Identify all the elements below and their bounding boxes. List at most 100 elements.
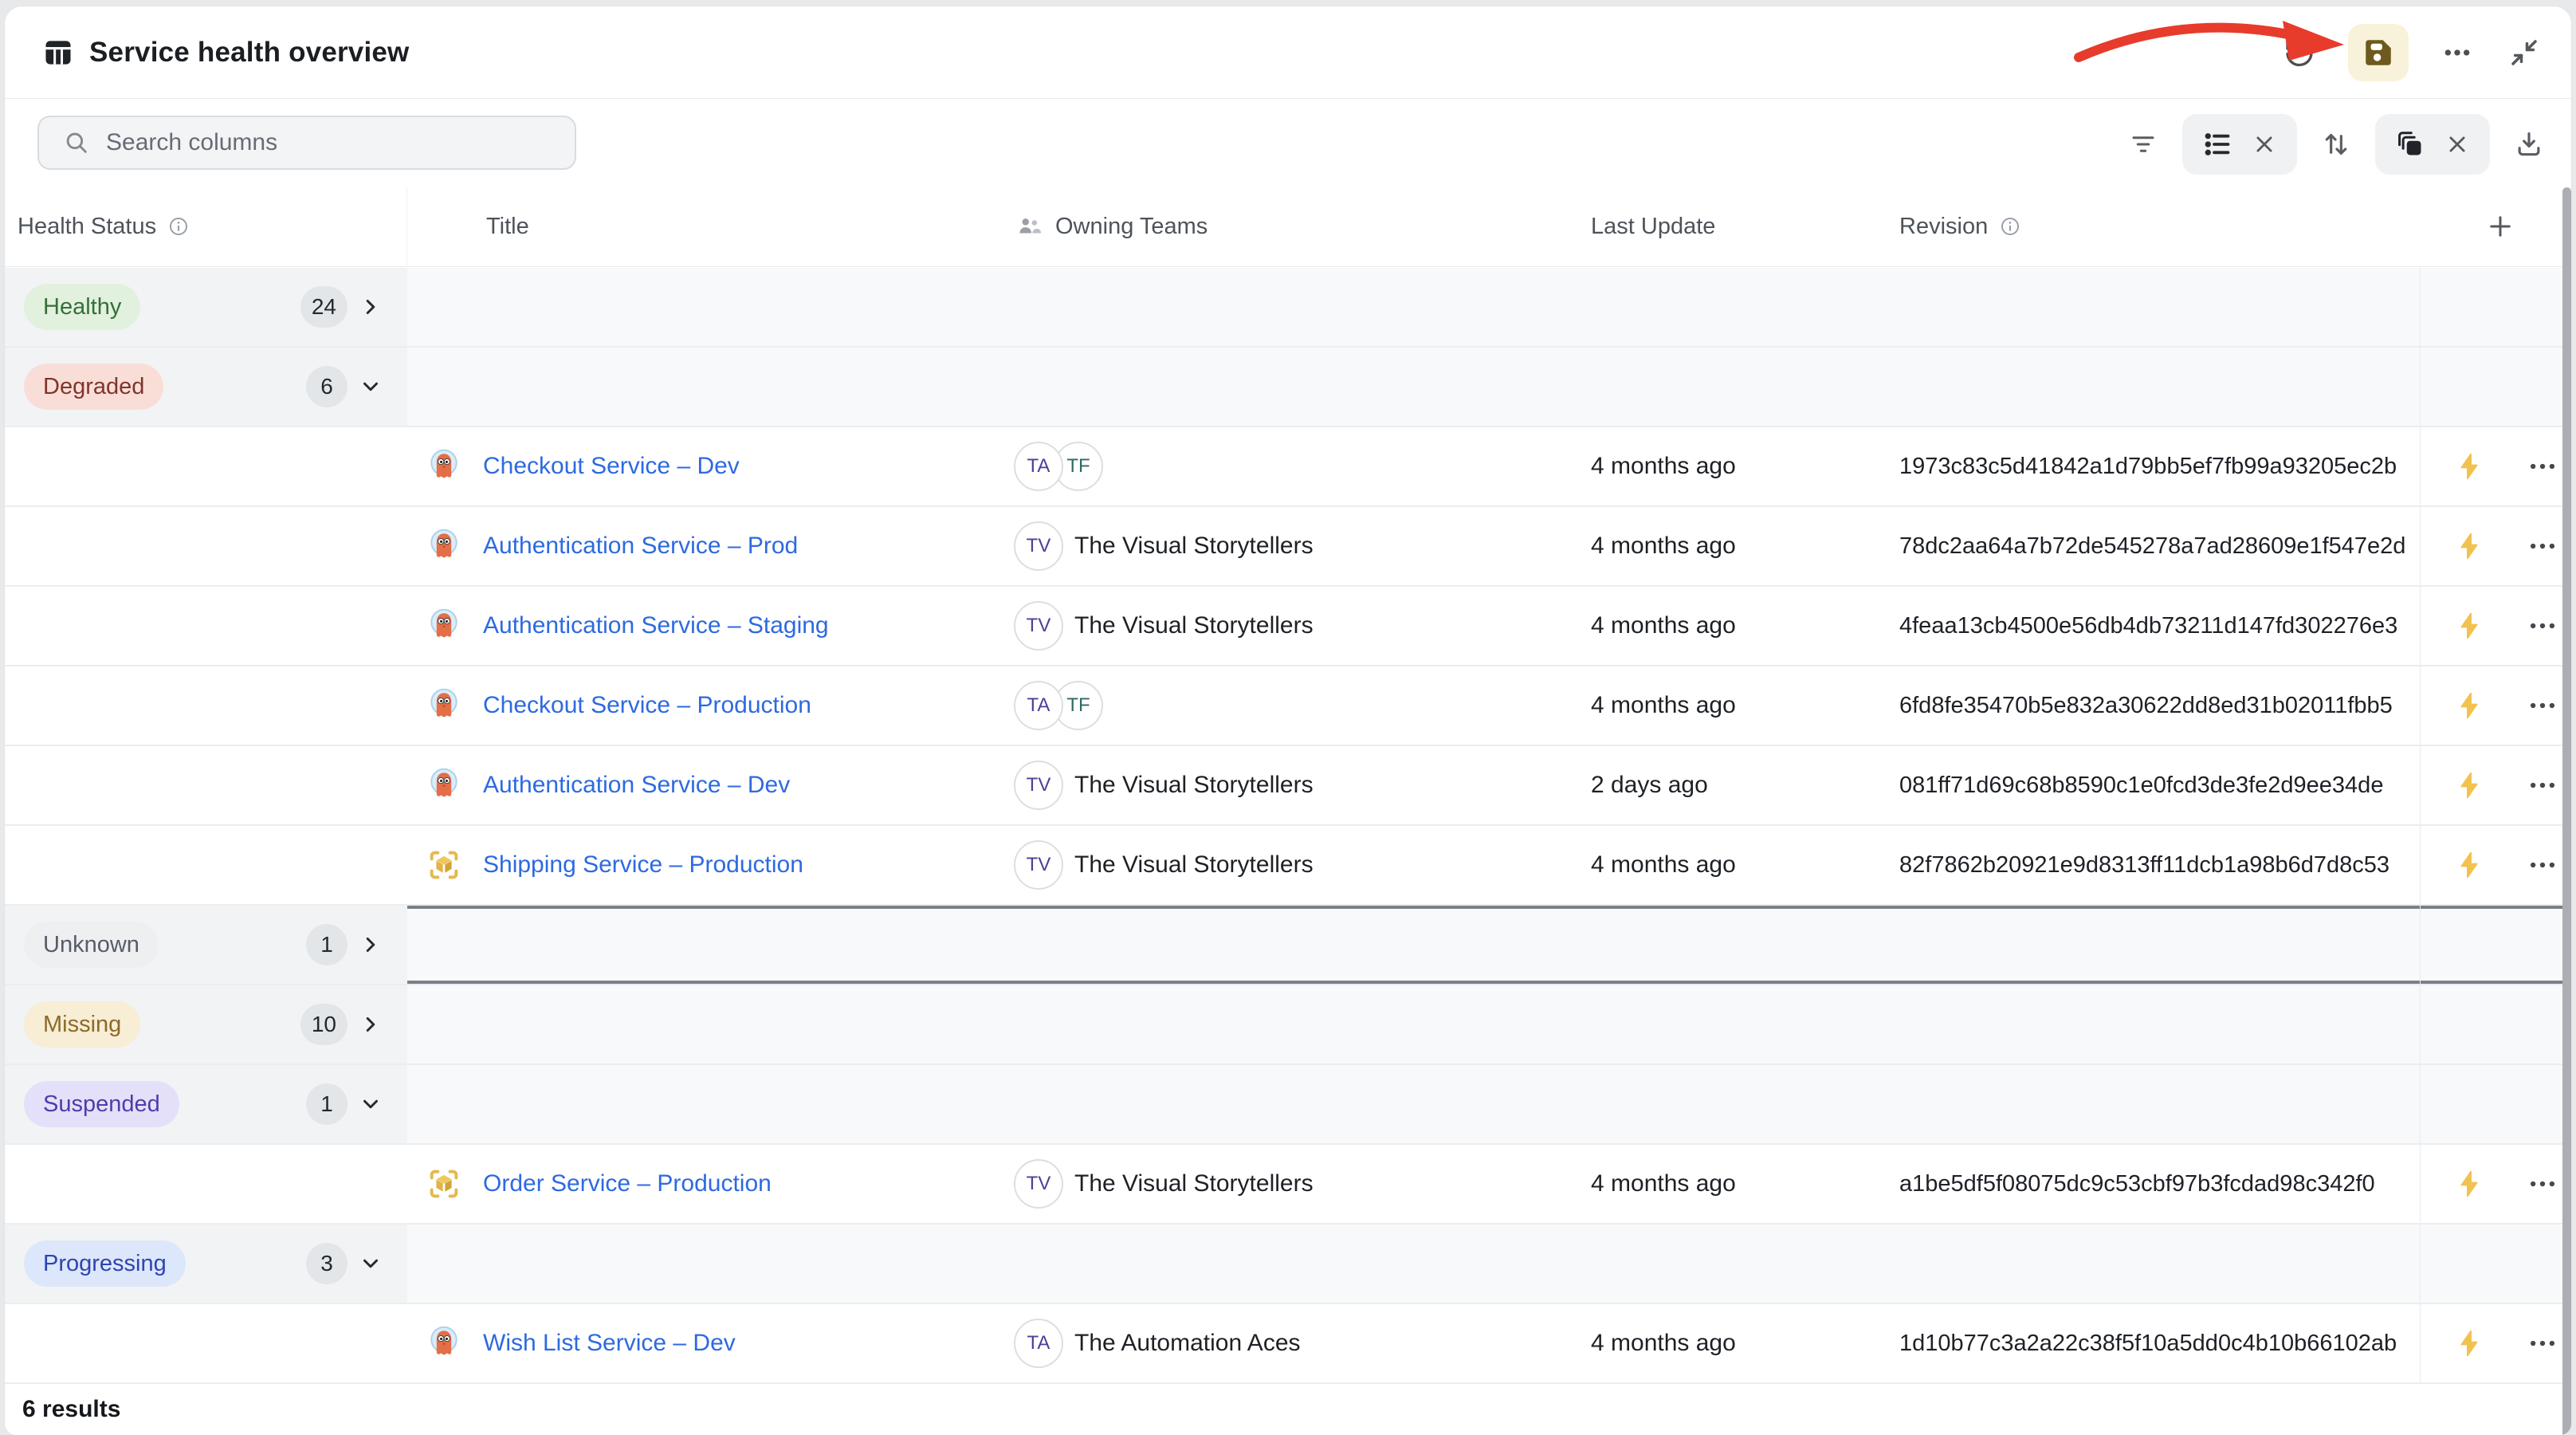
team-name: The Visual Storytellers xyxy=(1074,1170,1314,1197)
clear-group-icon[interactable] xyxy=(2444,126,2471,163)
service-title-link[interactable]: Checkout Service – Dev xyxy=(483,453,740,480)
group-count: 3 xyxy=(306,1243,348,1284)
row-menu-button[interactable] xyxy=(2524,767,2561,804)
service-row[interactable]: Shipping Service – Production TV The Vis… xyxy=(5,826,2571,906)
search-box[interactable] xyxy=(37,116,576,170)
title-bar-actions xyxy=(2281,6,2543,99)
service-row[interactable]: Authentication Service – Staging TV The … xyxy=(5,587,2571,666)
last-update-value: 4 months ago xyxy=(1591,1330,1736,1357)
table-icon xyxy=(43,37,73,68)
service-row[interactable]: Wish List Service – Dev TA The Automatio… xyxy=(5,1304,2571,1384)
service-title-link[interactable]: Shipping Service – Production xyxy=(483,851,803,879)
title-bar: Service health overview xyxy=(5,6,2571,99)
group-row[interactable]: Healthy 24 xyxy=(5,268,2571,348)
service-row[interactable]: Authentication Service – Prod TV The Vis… xyxy=(5,507,2571,587)
group-copy-icon[interactable] xyxy=(2394,126,2426,163)
team-name: The Visual Storytellers xyxy=(1074,851,1314,879)
revision-hash: 081ff71d69c68b8590c1e0fcd3de3fe2d9ee34de xyxy=(1899,773,2383,799)
more-options-button[interactable] xyxy=(2439,34,2476,71)
octopus-icon xyxy=(426,607,462,645)
status-badge: Missing xyxy=(24,1001,140,1048)
service-title-link[interactable]: Wish List Service – Dev xyxy=(483,1330,736,1357)
status-badge: Unknown xyxy=(24,922,159,968)
row-menu-button[interactable] xyxy=(2524,1325,2561,1362)
row-menu-button[interactable] xyxy=(2524,847,2561,883)
toolbar-actions xyxy=(2125,114,2547,175)
undo-button[interactable] xyxy=(2281,34,2318,71)
last-update-value: 4 months ago xyxy=(1591,1170,1736,1197)
toolbar xyxy=(5,100,2571,187)
avatar: TV xyxy=(1014,521,1063,571)
results-count: 6 results xyxy=(22,1396,120,1423)
team-name: The Visual Storytellers xyxy=(1074,533,1314,560)
service-title-link[interactable]: Order Service – Production xyxy=(483,1170,772,1197)
group-count: 1 xyxy=(306,924,348,965)
last-update-value: 4 months ago xyxy=(1591,453,1736,480)
lightning-action-button[interactable] xyxy=(2451,607,2488,644)
group-pill xyxy=(2375,114,2490,175)
service-health-card: Service health overview xyxy=(5,6,2571,1435)
avatar: TV xyxy=(1014,840,1063,890)
team-avatars: TA xyxy=(1014,1319,1063,1368)
service-title-link[interactable]: Checkout Service – Production xyxy=(483,692,811,719)
avatar: TV xyxy=(1014,1159,1063,1209)
chevron-down-icon[interactable] xyxy=(359,375,383,399)
last-update-value: 4 months ago xyxy=(1591,533,1736,560)
lightning-action-button[interactable] xyxy=(2451,1325,2488,1362)
lightning-action-button[interactable] xyxy=(2451,528,2488,564)
group-count: 24 xyxy=(300,286,348,328)
service-title-link[interactable]: Authentication Service – Dev xyxy=(483,772,790,799)
group-row[interactable]: Missing 10 xyxy=(5,985,2571,1065)
row-menu-button[interactable] xyxy=(2524,607,2561,644)
last-update-value: 4 months ago xyxy=(1591,851,1736,879)
group-row[interactable]: Suspended 1 xyxy=(5,1065,2571,1145)
group-row[interactable]: Progressing 3 xyxy=(5,1225,2571,1304)
download-icon[interactable] xyxy=(2511,126,2547,163)
chevron-down-icon[interactable] xyxy=(359,1092,383,1116)
service-title-link[interactable]: Authentication Service – Staging xyxy=(483,612,829,639)
service-row[interactable]: Checkout Service – Production TATF 4 mon… xyxy=(5,666,2571,746)
list-view-icon[interactable] xyxy=(2201,126,2233,163)
group-row[interactable]: Unknown 1 xyxy=(5,906,2571,985)
service-row[interactable]: Order Service – Production TV The Visual… xyxy=(5,1145,2571,1225)
save-button[interactable] xyxy=(2348,24,2409,81)
clear-list-icon[interactable] xyxy=(2251,126,2278,163)
service-row[interactable]: Authentication Service – Dev TV The Visu… xyxy=(5,746,2571,826)
group-row[interactable]: Degraded 6 xyxy=(5,348,2571,427)
avatar: TV xyxy=(1014,601,1063,651)
column-header-health-status: Health Status xyxy=(5,187,407,266)
chevron-right-icon[interactable] xyxy=(359,933,383,957)
search-input[interactable] xyxy=(104,128,535,157)
lightning-action-button[interactable] xyxy=(2451,448,2488,485)
revision-hash: 4feaa13cb4500e56db4db73211d147fd302276e3 xyxy=(1899,613,2397,639)
revision-hash: 6fd8fe35470b5e832a30622dd8ed31b02011fbb5 xyxy=(1899,693,2393,719)
search-icon xyxy=(63,129,90,156)
collapse-icon[interactable] xyxy=(2506,34,2543,71)
vertical-scrollbar[interactable] xyxy=(2562,187,2571,1435)
revision-hash: 78dc2aa64a7b72de545278a7ad28609e1f547e2d xyxy=(1899,533,2405,560)
add-column-button[interactable] xyxy=(2420,187,2571,266)
lightning-action-button[interactable] xyxy=(2451,1166,2488,1202)
chevron-right-icon[interactable] xyxy=(359,1012,383,1036)
table-body: Healthy 24 Degraded 6 xyxy=(5,268,2571,1384)
chevron-right-icon[interactable] xyxy=(359,295,383,319)
octopus-icon xyxy=(426,766,462,804)
lightning-action-button[interactable] xyxy=(2451,687,2488,724)
info-icon xyxy=(167,215,190,238)
revision-hash: 82f7862b20921e9d8313ff11dcb1a98b6d7d8c53 xyxy=(1899,852,2389,879)
octopus-icon xyxy=(426,686,462,725)
group-count: 1 xyxy=(306,1083,348,1125)
lightning-action-button[interactable] xyxy=(2451,767,2488,804)
lightning-action-button[interactable] xyxy=(2451,847,2488,883)
filter-icon[interactable] xyxy=(2125,126,2162,163)
service-row[interactable]: Checkout Service – Dev TATF 4 months ago… xyxy=(5,427,2571,507)
avatar: TV xyxy=(1014,761,1063,810)
service-title-link[interactable]: Authentication Service – Prod xyxy=(483,533,798,560)
row-menu-button[interactable] xyxy=(2524,528,2561,564)
row-menu-button[interactable] xyxy=(2524,687,2561,724)
row-menu-button[interactable] xyxy=(2524,448,2561,485)
row-menu-button[interactable] xyxy=(2524,1166,2561,1202)
sort-icon[interactable] xyxy=(2318,126,2354,163)
chevron-down-icon[interactable] xyxy=(359,1252,383,1276)
octopus-icon xyxy=(426,527,462,565)
